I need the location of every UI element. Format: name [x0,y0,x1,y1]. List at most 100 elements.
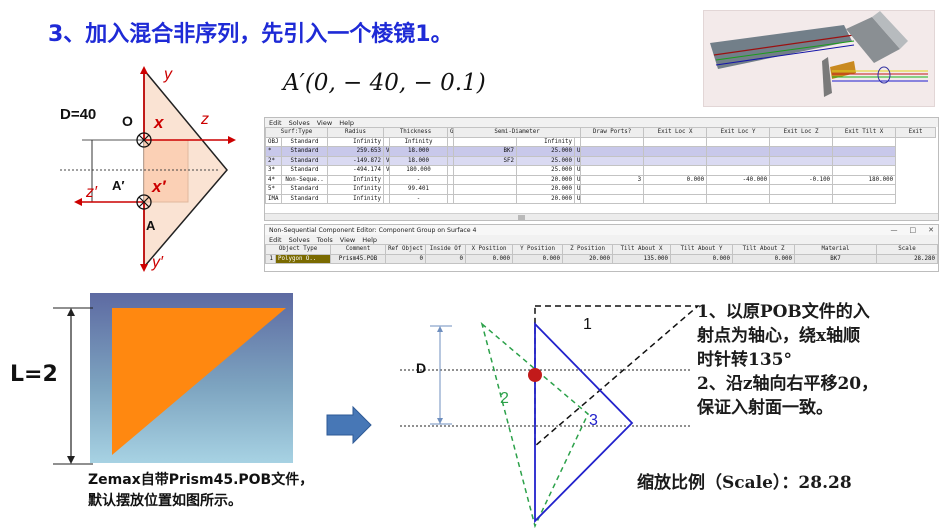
table-cell[interactable]: 3 [580,174,645,185]
menu-view[interactable]: View [317,119,332,127]
table-cell[interactable]: U [574,174,582,185]
table-cell[interactable]: 259.653 [327,146,385,157]
table-cell[interactable]: * [265,146,282,157]
table-cell[interactable]: 0.000 [670,253,734,264]
table-cell[interactable] [643,193,708,204]
table-cell[interactable]: Infinity [327,184,385,195]
column-header[interactable]: Exit Tilt X [832,127,897,138]
table-cell[interactable]: 25.000 [516,165,576,176]
table-cell[interactable] [580,155,645,166]
column-header[interactable]: X Position [465,244,514,255]
table-cell[interactable]: 28.280 [876,253,938,264]
table-cell[interactable]: 25.000 [516,155,576,166]
table-cell[interactable] [769,136,834,147]
table-cell[interactable] [580,193,645,204]
table-cell[interactable] [453,193,518,204]
table-cell[interactable]: Non-Seque.. [280,174,329,185]
table-cell[interactable]: U [574,184,582,195]
column-header[interactable]: Exit [895,127,937,138]
column-header[interactable]: Exit Loc Y [706,127,771,138]
table-cell[interactable]: Standard [280,155,329,166]
horizontal-scrollbar[interactable] [265,213,938,220]
table-cell[interactable]: - [389,193,449,204]
table-cell[interactable]: SF2 [453,155,518,166]
column-header[interactable]: Material [794,244,878,255]
table-cell[interactable]: 2* [265,155,282,166]
table-cell[interactable]: Infinity [389,136,449,147]
table-cell[interactable]: 0.000 [512,253,564,264]
table-cell[interactable]: 99.401 [389,184,449,195]
table-cell[interactable]: IMA [265,193,282,204]
maximize-button[interactable]: □ [910,226,917,234]
table-cell[interactable]: Standard [280,146,329,157]
table-cell[interactable]: 4* [265,174,282,185]
table-cell[interactable] [832,146,897,157]
table-cell[interactable]: 0.000 [465,253,514,264]
table-cell[interactable] [832,184,897,195]
table-cell[interactable] [769,193,834,204]
table-cell[interactable] [832,193,897,204]
table-cell[interactable]: 20.000 [562,253,614,264]
nsc-menu-help[interactable]: Help [362,236,377,244]
table-cell[interactable]: BK7 [453,146,518,157]
table-cell[interactable] [832,155,897,166]
table-row[interactable]: 4* Non-Seque.. Infinity - 20.000 U 3 0.000 -40.0… [265,174,936,185]
scrollbar-thumb[interactable] [518,215,525,220]
table-cell[interactable]: -149.872 [327,155,385,166]
column-header[interactable]: Scale [876,244,938,255]
nsc-menu-view[interactable]: View [340,236,355,244]
column-header[interactable]: Object Type [265,244,332,255]
table-row[interactable]: 3* Standard -494.174 V 180.000 25.000 U [265,165,936,176]
table-cell[interactable]: 20.000 [516,193,576,204]
table-cell[interactable] [580,184,645,195]
nsc-menu-edit[interactable]: Edit [269,236,282,244]
table-cell[interactable]: V [383,155,391,166]
table-cell[interactable]: OBJ [265,136,282,147]
table-cell[interactable]: Standard [280,184,329,195]
table-cell[interactable] [580,146,645,157]
column-header[interactable]: Tilt About X [612,244,672,255]
table-cell[interactable] [769,155,834,166]
table-cell[interactable]: 0 [425,253,467,264]
table-cell[interactable] [580,136,645,147]
table-row[interactable]: OBJ Standard Infinity Infinity Infinity [265,136,936,147]
table-cell[interactable]: 20.000 [516,174,576,185]
column-header[interactable]: Thickness [383,127,449,138]
table-cell[interactable]: Standard [280,136,329,147]
column-header[interactable]: Radius [327,127,385,138]
column-header[interactable]: Exit Loc X [643,127,708,138]
column-header[interactable]: Draw Ports? [580,127,645,138]
column-header[interactable]: Y Position [512,244,564,255]
table-row[interactable]: 5* Standard Infinity 99.401 20.000 U [265,184,936,195]
column-header[interactable]: Tilt About Y [670,244,734,255]
table-cell[interactable] [580,165,645,176]
table-cell[interactable] [453,184,518,195]
table-cell[interactable]: Infinity [516,136,576,147]
table-cell[interactable]: V [383,165,391,176]
table-cell[interactable]: 0.000 [643,174,708,185]
nsc-menu-solves[interactable]: Solves [289,236,310,244]
table-cell[interactable] [453,136,518,147]
table-cell[interactable]: 20.000 [516,184,576,195]
menu-help[interactable]: Help [339,119,354,127]
menu-edit[interactable]: Edit [269,119,282,127]
table-cell[interactable]: Prism45.POB [330,253,387,264]
table-cell[interactable] [769,165,834,176]
column-header[interactable]: Surf:Type [265,127,329,138]
table-cell[interactable]: V [383,146,391,157]
table-cell[interactable]: U [574,155,582,166]
table-cell[interactable] [453,165,518,176]
table-cell[interactable] [643,146,708,157]
table-cell[interactable]: 0 [385,253,427,264]
table-cell[interactable]: Infinity [327,136,385,147]
column-header[interactable]: Inside Of [425,244,467,255]
table-cell[interactable] [706,193,771,204]
table-cell[interactable] [706,146,771,157]
table-cell[interactable]: 25.000 [516,146,576,157]
column-header[interactable]: Semi-Diameter [453,127,582,138]
table-cell[interactable]: 180.000 [832,174,897,185]
table-cell[interactable] [453,174,518,185]
minimize-button[interactable]: — [891,226,898,234]
table-cell[interactable]: - [389,174,449,185]
table-row[interactable]: IMA Standard Infinity - 20.000 U [265,193,936,204]
